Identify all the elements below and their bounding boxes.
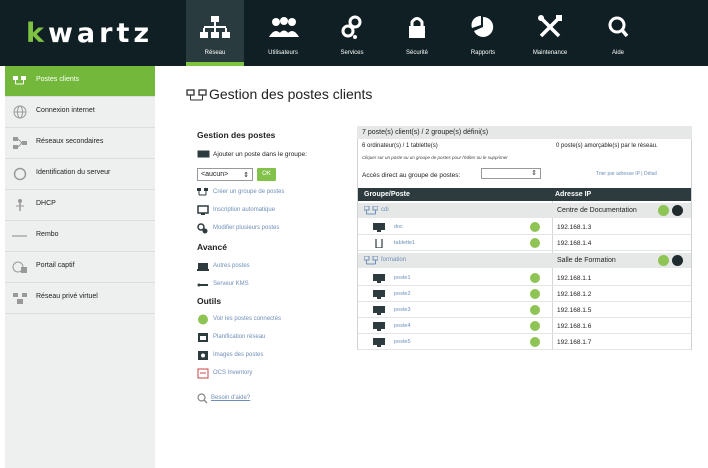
- rembo-icon: [12, 235, 27, 237]
- online-status-icon: [530, 305, 540, 315]
- group-select[interactable]: <aucun> ⇕: [197, 168, 253, 181]
- chevron-updown-icon: ⇕: [243, 172, 249, 179]
- chevron-updown-icon: ⇕: [531, 170, 537, 177]
- desktop-icon: [373, 274, 385, 283]
- col-ip-header: Adresse IP: [555, 191, 592, 198]
- desktop-icon: [373, 223, 385, 232]
- group-row[interactable]: cdi Centre de Documentation: [358, 203, 691, 218]
- online-status-icon[interactable]: [658, 255, 669, 266]
- outils-heading: Outils: [197, 296, 222, 306]
- online-status-icon[interactable]: [658, 205, 669, 216]
- online-status-icon: [530, 238, 540, 248]
- subnet-icon: [13, 137, 27, 149]
- dhcp-icon: [16, 199, 24, 211]
- clients-icon: [13, 76, 26, 85]
- pie-chart-icon: [471, 15, 494, 37]
- sidebar-item-reseaux-secondaires[interactable]: Réseaux secondaires: [5, 128, 155, 159]
- portal-icon: [12, 261, 27, 273]
- nav-securite[interactable]: Sécurité: [388, 0, 446, 66]
- users-icon: [269, 17, 299, 37]
- lock-icon: [409, 17, 425, 38]
- globe-icon: [13, 105, 27, 119]
- add-host-label: Ajouter un poste dans le groupe:: [213, 151, 307, 158]
- sidebar-item-reseau-prive-virtuel[interactable]: Réseau privé virtuel: [5, 283, 155, 314]
- page-title: Gestion des postes clients: [209, 86, 373, 102]
- group-icon: [364, 206, 378, 215]
- sidebar-item-portail-captif[interactable]: Portail captif: [5, 252, 155, 283]
- laptop-icon: [197, 263, 209, 271]
- ok-button[interactable]: OK: [257, 168, 276, 181]
- sidebar: Postes clients Connexion internet Réseau…: [5, 66, 155, 468]
- table-row[interactable]: poste3 192.168.1.5: [358, 302, 691, 318]
- vpn-icon: [13, 293, 27, 304]
- server-id-icon: [13, 167, 27, 181]
- sidebar-item-connexion-internet[interactable]: Connexion internet: [5, 97, 155, 128]
- group-icon: [197, 188, 208, 196]
- online-status-icon: [530, 273, 540, 283]
- desktop-icon: [373, 306, 385, 315]
- tablet-icon: [375, 239, 383, 248]
- gestion-heading: Gestion des postes: [197, 130, 276, 140]
- edit-hint: Cliquer sur un poste ou un groupe de pos…: [362, 155, 508, 160]
- sort-link[interactable]: Trier par adresse IP | Détail: [596, 171, 657, 177]
- gears-icon: [341, 15, 362, 39]
- network-icon: [200, 16, 230, 38]
- nav-reseau[interactable]: Réseau: [186, 0, 244, 66]
- sidebar-item-dhcp[interactable]: DHCP: [5, 190, 155, 221]
- nav-aide[interactable]: Aide: [589, 0, 647, 66]
- table-header: Groupe/Poste Adresse IP: [358, 188, 691, 201]
- direct-access-select[interactable]: ⇕: [481, 168, 541, 179]
- collapse-icon[interactable]: [672, 205, 683, 216]
- connected-icon: [198, 314, 208, 325]
- group-row[interactable]: formation Salle de Formation: [358, 253, 691, 268]
- clients-summary: 7 poste(s) client(s) / 2 groupe(s) défin…: [357, 126, 692, 139]
- direct-access-label: Accès direct au groupe de postes:: [362, 172, 461, 179]
- table-row[interactable]: poste5 192.168.1.7: [358, 334, 691, 350]
- sidebar-item-identification-serveur[interactable]: Identification du serveur: [5, 159, 155, 190]
- nav-maintenance[interactable]: Maintenance: [521, 0, 579, 66]
- desktop-icon: [373, 338, 385, 347]
- desktop-icon: [373, 322, 385, 331]
- gears-icon: [197, 223, 208, 234]
- online-status-icon: [530, 321, 540, 331]
- clients-icon: [186, 89, 207, 101]
- desktop-icon: [373, 290, 385, 299]
- nav-services[interactable]: Services: [323, 0, 381, 66]
- monitor-icon: [197, 150, 210, 158]
- kwartz-logo[interactable]: kwartz: [26, 18, 153, 49]
- table-row[interactable]: poste4 192.168.1.6: [358, 318, 691, 334]
- monitor-icon: [197, 205, 209, 215]
- table-row[interactable]: poste1 192.168.1.1: [358, 270, 691, 286]
- table-row[interactable]: doc 192.168.1.3: [358, 219, 691, 235]
- table-row[interactable]: tablette1 192.168.1.4: [358, 235, 691, 251]
- nav-utilisateurs[interactable]: Utilisateurs: [254, 0, 312, 66]
- online-status-icon: [530, 289, 540, 299]
- disk-image-icon: [198, 351, 208, 360]
- tools-icon: [538, 15, 562, 38]
- search-icon: [608, 16, 629, 38]
- top-bar: kwartz Réseau Utilisateurs Services Sécu…: [0, 0, 708, 66]
- sidebar-item-postes-clients[interactable]: Postes clients: [5, 66, 155, 97]
- table-row[interactable]: poste2 192.168.1.2: [358, 286, 691, 302]
- sidebar-item-rembo[interactable]: Rembo: [5, 221, 155, 252]
- collapse-icon[interactable]: [672, 255, 683, 266]
- online-status-icon: [530, 222, 540, 232]
- ocs-icon: [197, 368, 209, 379]
- device-count: 6 ordinateur(s) / 1 tablette(s): [362, 143, 438, 149]
- nav-rapports[interactable]: Rapports: [454, 0, 512, 66]
- avance-heading: Avancé: [197, 242, 227, 252]
- col-group-header: Groupe/Poste: [364, 191, 410, 198]
- calendar-icon: [198, 333, 208, 342]
- group-icon: [364, 256, 378, 265]
- search-icon: [197, 393, 208, 404]
- key-icon: [197, 283, 208, 287]
- online-status-icon: [530, 337, 540, 347]
- bootable-count: 0 poste(s) amorçable(s) par le réseau.: [556, 143, 658, 149]
